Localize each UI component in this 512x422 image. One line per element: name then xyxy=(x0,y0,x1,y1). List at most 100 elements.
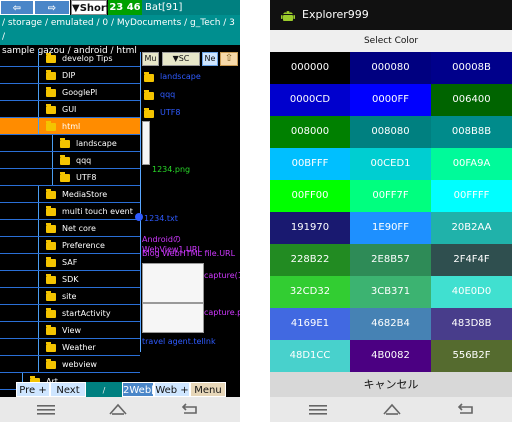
tree-item[interactable]: DIP xyxy=(0,67,140,84)
file-capture-1[interactable]: capture(1).png xyxy=(204,270,240,281)
tree-item[interactable]: multi touch event xyxy=(0,203,140,220)
tree-item[interactable]: html xyxy=(0,118,140,135)
tree-item[interactable]: MediaStore xyxy=(0,186,140,203)
home-icon[interactable] xyxy=(108,403,128,415)
pre-plus-button[interactable]: Pre + xyxy=(16,382,50,397)
tree-item[interactable]: webview xyxy=(0,356,140,373)
color-swatch[interactable]: 4169E1 xyxy=(270,308,350,340)
color-swatch[interactable]: 2F4F4F xyxy=(431,244,512,276)
right-folder-qqq[interactable]: qqq xyxy=(160,90,175,99)
color-swatch[interactable]: 00CED1 xyxy=(350,148,431,180)
color-swatch[interactable]: 00BFFF xyxy=(270,148,350,180)
marker-dot xyxy=(135,213,143,221)
tree-item[interactable]: landscape xyxy=(0,135,140,152)
link-blog-webhtml[interactable]: Blog WebHTML file.URL xyxy=(142,249,235,258)
color-swatch[interactable]: 556B2F xyxy=(431,340,512,372)
tree-item[interactable]: qqq xyxy=(0,152,140,169)
tree-item[interactable]: develop Tips xyxy=(0,50,140,67)
recent-apps-icon[interactable] xyxy=(308,403,328,415)
thumbnail-capture[interactable] xyxy=(142,303,204,333)
tree-item[interactable]: GooglePl xyxy=(0,84,140,101)
tree-item[interactable]: GUI xyxy=(0,101,140,118)
color-swatch[interactable]: 48D1CC xyxy=(270,340,350,372)
tree-item[interactable]: Net core xyxy=(0,220,140,237)
back-icon[interactable] xyxy=(180,403,200,415)
folder-icon xyxy=(46,70,56,80)
web-plus-button[interactable]: Web + xyxy=(154,382,190,397)
tree-item[interactable]: startActivity xyxy=(0,305,140,322)
tree-item[interactable]: UTF8 xyxy=(0,169,140,186)
tree-item[interactable]: Preference xyxy=(0,237,140,254)
color-swatch[interactable]: 00FF7F xyxy=(350,180,431,212)
tree-item-label: Preference xyxy=(62,241,105,250)
tree-item-label: UTF8 xyxy=(76,173,97,182)
sort-short-button[interactable]: ▼Short xyxy=(71,0,111,15)
file-1234-png[interactable]: 1234.png xyxy=(152,165,190,174)
tree-item[interactable]: SDK xyxy=(0,271,140,288)
cancel-button[interactable]: キャンセル xyxy=(270,372,512,397)
file-capture[interactable]: capture.png xyxy=(204,307,240,318)
color-swatch[interactable]: 228B22 xyxy=(270,244,350,276)
mu-button[interactable]: Mu xyxy=(142,52,159,66)
color-swatch[interactable]: 008000 xyxy=(270,116,350,148)
file-1234-txt[interactable]: 1234.txt xyxy=(144,214,178,223)
link-travel-agent[interactable]: travel agent.tellnk xyxy=(142,337,216,346)
next-plus-button[interactable]: Next + xyxy=(50,382,86,411)
tree-guide-line xyxy=(52,152,53,169)
color-swatch[interactable]: 3CB371 xyxy=(350,276,431,308)
color-swatch[interactable]: 000080 xyxy=(350,52,431,84)
view-sort-button[interactable]: ▼SC xyxy=(162,52,200,66)
color-swatch[interactable]: 1E90FF xyxy=(350,212,431,244)
color-swatch[interactable]: 00FF00 xyxy=(270,180,350,212)
folder-icon xyxy=(46,206,56,216)
thumbnail-capture-1[interactable] xyxy=(142,263,204,303)
color-swatch[interactable]: 000000 xyxy=(270,52,350,84)
app-title: Explorer999 xyxy=(302,8,369,21)
color-swatch[interactable]: 008B8B xyxy=(431,116,512,148)
folder-icon xyxy=(46,359,56,369)
color-swatch[interactable]: 00FA9A xyxy=(431,148,512,180)
right-folder-utf8[interactable]: UTF8 xyxy=(160,108,180,117)
color-swatch[interactable]: 0000CD xyxy=(270,84,350,116)
color-swatch[interactable]: 483D8B xyxy=(431,308,512,340)
thumbnail-1234-png[interactable] xyxy=(142,121,150,165)
color-swatch[interactable]: 2E8B57 xyxy=(350,244,431,276)
tree-guide-line xyxy=(38,67,39,84)
right-folder-landscape[interactable]: landscape xyxy=(160,72,201,81)
up-button[interactable]: ⇧ xyxy=(220,52,238,66)
color-swatch[interactable]: 00008B xyxy=(431,52,512,84)
tree-item-label: develop Tips xyxy=(62,54,113,63)
tree-item-label: Net core xyxy=(62,224,96,233)
tree-item-label: webview xyxy=(62,360,97,369)
folder-icon xyxy=(46,189,56,199)
current-path: / storage / emulated / 0 / MyDocuments /… xyxy=(0,15,240,56)
folder-icon xyxy=(46,87,56,97)
back-arrow-button[interactable]: ⇦ xyxy=(0,0,34,15)
folder-icon xyxy=(144,72,154,82)
menu-button[interactable]: Menu xyxy=(190,382,226,397)
color-swatch[interactable]: 00FFFF xyxy=(431,180,512,212)
color-swatch[interactable]: 0000FF xyxy=(350,84,431,116)
tree-item[interactable]: site xyxy=(0,288,140,305)
tree-guide-line xyxy=(38,288,39,305)
color-swatch[interactable]: 20B2AA xyxy=(431,212,512,244)
color-swatch[interactable]: 4682B4 xyxy=(350,308,431,340)
tree-item[interactable]: Weather xyxy=(0,339,140,356)
new-button[interactable]: Ne xyxy=(202,52,218,66)
home-icon[interactable] xyxy=(382,403,402,415)
tree-item[interactable]: View xyxy=(0,322,140,339)
color-swatch[interactable]: 40E0D0 xyxy=(431,276,512,308)
tree-guide-line xyxy=(38,237,39,254)
color-swatch[interactable]: 006400 xyxy=(431,84,512,116)
back-icon[interactable] xyxy=(456,403,476,415)
two-web-button[interactable]: 2Web[ xyxy=(122,382,155,397)
tree-guide-line xyxy=(38,101,39,118)
color-swatch[interactable]: 008080 xyxy=(350,116,431,148)
forward-arrow-button[interactable]: ⇨ xyxy=(34,0,70,15)
color-swatch[interactable]: 4B0082 xyxy=(350,340,431,372)
recent-apps-icon[interactable] xyxy=(36,403,56,415)
tree-guide-line xyxy=(38,305,39,322)
tree-item[interactable]: SAF xyxy=(0,254,140,271)
color-swatch[interactable]: 32CD32 xyxy=(270,276,350,308)
color-swatch[interactable]: 191970 xyxy=(270,212,350,244)
